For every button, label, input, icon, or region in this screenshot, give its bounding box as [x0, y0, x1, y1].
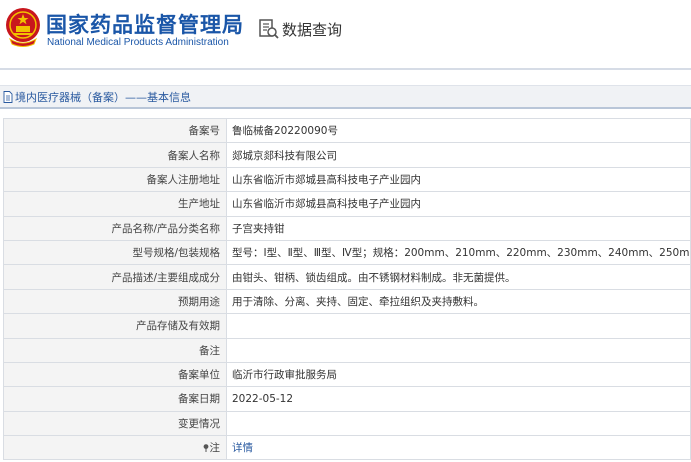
table-row: 预期用途 用于清除、分离、夹持、固定、牵拉组织及夹持敷料。	[3, 288, 691, 315]
table-row: 产品名称/产品分类名称 子宫夹持钳	[3, 215, 691, 241]
field-value: 山东省临沂市郯城县高科技电子产业园内	[226, 166, 691, 193]
field-label: 生产地址	[3, 191, 227, 217]
table-row: 备注	[3, 337, 691, 363]
field-label: 备注	[3, 337, 227, 363]
national-emblem-icon	[6, 8, 40, 47]
table-row: 产品描述/主要组成成分 由钳头、钳柄、锁齿组成。由不锈钢材料制成。非无菌提供。	[3, 264, 691, 290]
site-header: 国家药品监督管理局 National Medical Products Admi…	[0, 0, 691, 68]
table-row: 产品存储及有效期	[3, 313, 691, 339]
org-name-chinese: 国家药品监督管理局	[46, 13, 244, 37]
table-row: 注 详情	[3, 435, 691, 461]
field-label: 注	[209, 442, 221, 455]
field-value: 用于清除、分离、夹持、固定、牵拉组织及夹持敷料。	[226, 288, 691, 315]
note-label-cell: 注	[3, 435, 227, 461]
section-title-bar: 境内医疗器械（备案）——基本信息	[0, 85, 691, 109]
field-value: 2022-05-12	[226, 386, 691, 412]
table-row: 备案人注册地址 山东省临沂市郯城县高科技电子产业园内	[3, 166, 691, 193]
basic-info-table: 备案号 鲁临械备20220090号 备案人名称 郯城京郯科技有限公司 备案人注册…	[3, 117, 691, 461]
table-row: 生产地址 山东省临沂市郯城县高科技电子产业园内	[3, 191, 691, 217]
table-row: 备案人名称 郯城京郯科技有限公司	[3, 142, 691, 168]
field-value	[226, 410, 691, 437]
field-label: 备案单位	[3, 361, 227, 388]
field-label: 备案人名称	[3, 142, 227, 168]
field-value: 子宫夹持钳	[226, 215, 691, 241]
field-label: 产品存储及有效期	[3, 313, 227, 339]
org-name-english: National Medical Products Administration	[47, 37, 229, 48]
field-value	[226, 313, 691, 339]
field-label: 产品名称/产品分类名称	[3, 215, 227, 241]
field-label: 备案人注册地址	[3, 166, 227, 193]
field-label: 变更情况	[3, 410, 227, 437]
data-query-link[interactable]: 数据查询	[258, 16, 342, 42]
field-value	[226, 337, 691, 363]
field-value: 型号：Ⅰ型、Ⅱ型、Ⅲ型、Ⅳ型；规格：200mm、210mm、220mm、230m…	[226, 239, 691, 266]
table-row: 变更情况	[3, 410, 691, 437]
field-value: 鲁临械备20220090号	[226, 117, 691, 144]
section-title: 境内医疗器械（备案）——基本信息	[15, 90, 191, 104]
document-icon	[3, 90, 13, 103]
table-row: 备案单位 临沂市行政审批服务局	[3, 361, 691, 388]
details-link[interactable]: 详情	[226, 435, 691, 461]
table-row: 备案日期 2022-05-12	[3, 386, 691, 412]
field-value: 郯城京郯科技有限公司	[226, 142, 691, 168]
field-label: 备案号	[3, 117, 227, 144]
field-value: 临沂市行政审批服务局	[226, 361, 691, 388]
field-label: 预期用途	[3, 288, 227, 315]
field-label: 产品描述/主要组成成分	[3, 264, 227, 290]
field-value: 由钳头、钳柄、锁齿组成。由不锈钢材料制成。非无菌提供。	[226, 264, 691, 290]
header-divider	[0, 68, 691, 70]
data-query-label: 数据查询	[282, 20, 343, 39]
table-row: 备案号 鲁临械备20220090号	[3, 117, 691, 144]
search-document-icon	[259, 19, 279, 39]
pin-icon	[203, 444, 208, 453]
field-value: 山东省临沂市郯城县高科技电子产业园内	[226, 191, 691, 217]
field-label: 型号规格/包装规格	[3, 239, 227, 266]
table-row: 型号规格/包装规格 型号：Ⅰ型、Ⅱ型、Ⅲ型、Ⅳ型；规格：200mm、210mm、…	[3, 239, 691, 266]
field-label: 备案日期	[3, 386, 227, 412]
